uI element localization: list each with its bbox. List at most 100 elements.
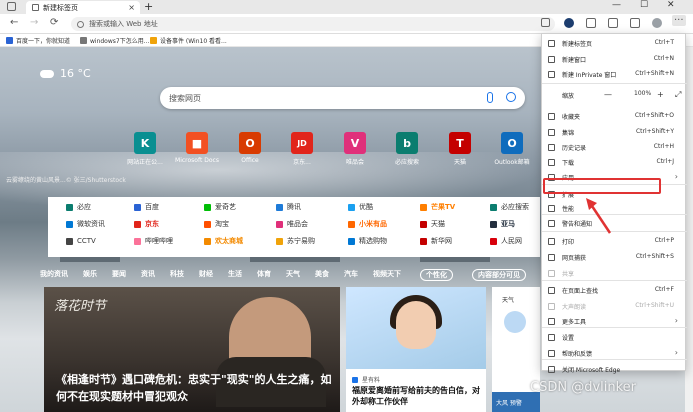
popular-link[interactable]: 京东	[134, 217, 159, 231]
favorite-item[interactable]: 设备事件 (Win10 看看...	[150, 36, 227, 45]
address-bar[interactable]: 搜索或输入 Web 地址	[71, 17, 555, 31]
search-icon[interactable]	[506, 92, 516, 102]
tab-close-icon[interactable]: ×	[128, 3, 135, 12]
settings-more-button[interactable]: ···	[672, 15, 686, 26]
weather-widget[interactable]: 16 °C	[40, 67, 91, 80]
collections-icon[interactable]	[630, 18, 640, 28]
popular-link[interactable]: 微软资讯	[66, 217, 105, 231]
menu-item-help-and-feedback[interactable]: 帮助和反馈 ›	[542, 348, 687, 359]
popular-link[interactable]: 唯品会	[276, 217, 308, 231]
popular-link[interactable]: 天猫	[420, 217, 445, 231]
quick-link-tile[interactable]: K 网站正在公...	[120, 132, 170, 166]
favorite-item[interactable]: windows7下怎么用...	[80, 36, 149, 45]
popular-link[interactable]: 必应搜索	[490, 200, 529, 214]
news-nav-item[interactable]: 资讯	[141, 269, 155, 281]
quick-link-tile[interactable]: ■ Microsoft Docs	[172, 132, 222, 164]
menu-item-alerts-and-notifications[interactable]: 警告和通知	[542, 218, 687, 229]
popular-link[interactable]: 优酷	[348, 200, 373, 214]
menu-item-performance[interactable]: 性能	[542, 203, 687, 214]
news-nav-item[interactable]: 科技	[170, 269, 184, 281]
forward-button[interactable]: →	[30, 17, 38, 28]
link-label: 天猫	[431, 220, 445, 228]
quick-link-tile[interactable]: O Office	[225, 132, 275, 164]
popular-link[interactable]: CCTV	[66, 234, 96, 248]
quick-link-tile[interactable]: T 天猫	[435, 132, 485, 166]
news-nav-item[interactable]: 汽车	[344, 269, 358, 281]
menu-item-web-capture[interactable]: 网页捕获 Ctrl+Shift+S	[542, 252, 687, 263]
quick-link-tile[interactable]: b 必应搜索	[382, 132, 432, 166]
zoom-in-button[interactable]: +	[657, 90, 664, 99]
minimize-button[interactable]: —	[612, 0, 621, 10]
news-nav-item[interactable]: 我的资讯	[40, 269, 68, 281]
popular-link[interactable]: 亚马	[490, 217, 515, 231]
popular-link[interactable]: 爱奇艺	[204, 200, 236, 214]
popular-link[interactable]: 必应	[66, 200, 91, 214]
news-nav-item[interactable]: 财经	[199, 269, 213, 281]
new-tab-button[interactable]: +	[144, 0, 153, 13]
menu-item-print[interactable]: 打印 Ctrl+P	[542, 236, 687, 247]
news-nav-item[interactable]: 娱乐	[83, 269, 97, 281]
favorite-item[interactable]: 百度一下，你就知道	[6, 36, 70, 45]
link-favicon-icon	[66, 237, 73, 245]
popular-link[interactable]: 淘宝	[204, 217, 229, 231]
cloud-icon	[40, 69, 54, 78]
quick-link-tile[interactable]: JD 京东...	[277, 132, 327, 166]
refresh-button[interactable]: ⟳	[50, 17, 58, 28]
news-nav-item[interactable]: 要闻	[112, 269, 126, 281]
background-caption[interactable]: 云雾缭绕的黄山风景...© 张三/Shutterstock	[6, 175, 126, 184]
tab-new-tab-page[interactable]: 新建标签页 ×	[26, 1, 140, 14]
menu-item-more-tools[interactable]: 更多工具 ›	[542, 316, 687, 327]
menu-item-find-on-page[interactable]: 在页面上查找 Ctrl+F	[542, 285, 687, 296]
menu-item-read-aloud[interactable]: 大声朗读 Ctrl+Shift+U	[542, 301, 687, 312]
tile-label: 天猫	[453, 159, 466, 166]
popular-link[interactable]: 苏宁易购	[276, 234, 315, 248]
popular-link[interactable]: 哔哩哔哩	[134, 234, 173, 248]
popular-link[interactable]: 欢太商城	[204, 234, 243, 248]
popular-link[interactable]: 芒果TV	[420, 200, 455, 214]
menu-item-collections[interactable]: 集锦 Ctrl+Shift+Y	[542, 127, 687, 138]
tile-label: 京东...	[293, 159, 311, 166]
tile-label: 网站正在公...	[127, 159, 163, 166]
popular-link[interactable]: 人民网	[490, 234, 522, 248]
popular-link[interactable]: 精选购物	[348, 234, 387, 248]
news-card-main[interactable]: 落花时节 《相逢时节》遇口碑危机：忠实于"现实"的人生之痛，如何不在现实题材中冒…	[44, 287, 340, 412]
microphone-icon[interactable]	[487, 92, 493, 103]
favorite-star-icon[interactable]	[541, 18, 550, 27]
read-aloud-icon	[548, 303, 555, 310]
news-nav-item[interactable]: 天气	[286, 269, 300, 281]
zoom-out-button[interactable]: —	[604, 90, 612, 99]
news-nav-item[interactable]: 体育	[257, 269, 271, 281]
web-search-box[interactable]: 搜索网页	[160, 87, 525, 109]
profile-avatar-icon[interactable]	[652, 18, 662, 28]
popular-link[interactable]: 百度	[134, 200, 159, 214]
news-nav-item[interactable]: 视频天下	[373, 269, 401, 281]
menu-item-close-edge[interactable]: 关闭 Microsoft Edge	[542, 364, 687, 375]
menu-item-new-tab[interactable]: 新建标签页 Ctrl+T	[542, 38, 687, 49]
close-window-button[interactable]: ✕	[667, 0, 675, 10]
news-nav-item[interactable]: 生活	[228, 269, 242, 281]
personalize-button[interactable]: 个性化	[420, 269, 453, 281]
popular-link[interactable]: 新华网	[420, 234, 452, 248]
menu-item-history[interactable]: 历史记录 Ctrl+H	[542, 142, 687, 153]
quick-link-tile[interactable]: V 唯品会	[330, 132, 380, 166]
menu-item-share[interactable]: 共享	[542, 268, 687, 279]
quick-link-tile[interactable]: O Outlook邮箱	[487, 132, 537, 166]
menu-item-favorites[interactable]: 收藏夹 Ctrl+Shift+O	[542, 111, 687, 122]
extension-icon[interactable]	[564, 18, 574, 28]
back-button[interactable]: ←	[10, 17, 18, 28]
news-nav-item[interactable]: 美食	[315, 269, 329, 281]
popular-link[interactable]: 小米有品	[348, 217, 387, 231]
favorites-icon[interactable]	[608, 18, 618, 28]
tile-icon: K	[134, 132, 156, 154]
news-card-secondary[interactable]: 星有料 福原爱离婚前写给前夫的告白信，对外却称工作伙伴	[346, 287, 486, 412]
menu-item-new-inprivate-window[interactable]: 新建 InPrivate 窗口 Ctrl+Shift+N	[542, 69, 687, 80]
maximize-button[interactable]: ☐	[640, 0, 648, 10]
tab-actions-icon[interactable]	[7, 2, 16, 11]
fullscreen-icon[interactable]: ⤢	[675, 90, 681, 100]
split-screen-icon[interactable]	[586, 18, 596, 28]
menu-item-settings[interactable]: 设置	[542, 332, 687, 343]
menu-item-new-window[interactable]: 新建窗口 Ctrl+N	[542, 54, 687, 65]
menu-item-downloads[interactable]: 下载 Ctrl+J	[542, 157, 687, 168]
popular-link[interactable]: 腾讯	[276, 200, 301, 214]
content-visibility-button[interactable]: 内容部分可见	[472, 269, 526, 281]
